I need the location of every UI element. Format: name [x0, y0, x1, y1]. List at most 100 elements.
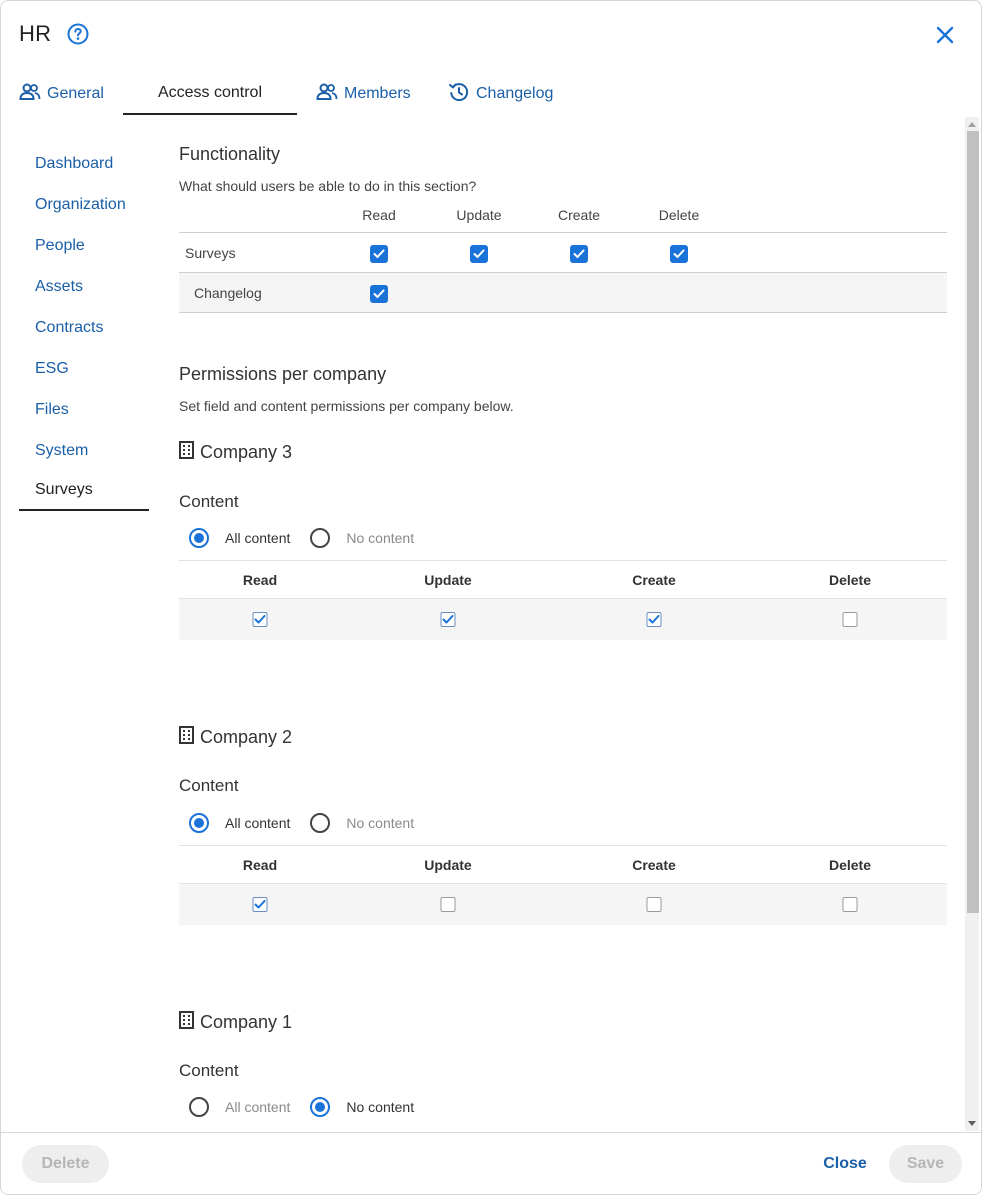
permissions-description: Set field and content permissions per co… — [179, 398, 514, 414]
column-header-delete: Delete — [658, 207, 700, 223]
checkbox-surveys-delete[interactable] — [670, 245, 688, 263]
close-icon[interactable] — [935, 25, 955, 45]
radio-label: All content — [225, 1099, 291, 1115]
radio-all-content[interactable] — [189, 1097, 209, 1117]
users-icon — [316, 83, 344, 106]
column-header-create: Create — [632, 572, 676, 588]
table-header: Read Update Create Delete — [179, 560, 947, 599]
column-header-update: Update — [424, 572, 472, 588]
table-row — [179, 884, 947, 925]
company-name: Company 1 — [200, 1012, 293, 1032]
history-icon — [448, 81, 476, 108]
functionality-row-changelog: Changelog — [179, 272, 947, 313]
help-icon[interactable] — [67, 23, 89, 45]
scroll-thumb[interactable] — [967, 131, 979, 913]
close-button[interactable]: Close — [809, 1145, 881, 1183]
table-row — [179, 599, 947, 640]
sidebar-item-contracts[interactable]: Contracts — [19, 307, 149, 348]
radio-label: All content — [225, 530, 291, 546]
column-header-read: Read — [362, 207, 396, 223]
checkbox-changelog-read[interactable] — [370, 285, 388, 303]
radio-no-content[interactable] — [310, 813, 331, 833]
content-panel: Functionality What should users be able … — [179, 131, 947, 1131]
column-header-create: Create — [632, 857, 676, 873]
company-2-permissions-table: Read Update Create Delete — [179, 845, 947, 925]
sidebar-item-files[interactable]: Files — [19, 389, 149, 430]
row-label: Surveys — [185, 244, 236, 261]
checkbox-delete[interactable] — [842, 897, 858, 912]
permissions-title: Permissions per company — [179, 364, 387, 384]
dialog-header: HR — [19, 21, 89, 47]
tab-label: Access control — [157, 84, 263, 101]
building-icon — [179, 726, 200, 749]
checkbox-read[interactable] — [252, 897, 268, 912]
radio-all-content[interactable] — [189, 813, 209, 833]
column-header-delete: Delete — [828, 857, 872, 873]
checkbox-surveys-read[interactable] — [370, 245, 388, 263]
row-label: Changelog — [194, 284, 262, 301]
scroll-up-icon[interactable] — [968, 122, 976, 127]
radio-label: No content — [346, 815, 415, 831]
tab-label: General — [47, 85, 104, 102]
sidebar-item-esg[interactable]: ESG — [19, 348, 149, 389]
tab-label: Members — [344, 85, 411, 102]
content-radio-group: All content No content — [189, 1097, 434, 1117]
tab-general[interactable]: General — [19, 73, 119, 115]
company-name: Company 3 — [200, 442, 293, 462]
dialog-title: HR — [19, 21, 52, 46]
radio-no-content[interactable] — [310, 1097, 331, 1117]
column-header-read: Read — [242, 572, 278, 588]
checkbox-create[interactable] — [646, 612, 662, 627]
vertical-scrollbar[interactable] — [965, 117, 979, 1131]
dialog: HR General Access control Members Change… — [0, 0, 982, 1195]
dialog-footer: Delete Close Save — [1, 1132, 981, 1194]
tab-members[interactable]: Members — [316, 73, 436, 115]
radio-label: All content — [225, 815, 291, 831]
sidebar-item-people[interactable]: People — [19, 225, 149, 266]
sidebar-item-system[interactable]: System — [19, 430, 149, 471]
column-header-delete: Delete — [828, 572, 872, 588]
checkbox-surveys-create[interactable] — [570, 245, 588, 263]
column-header-create: Create — [557, 207, 601, 223]
functionality-title: Functionality — [179, 144, 281, 164]
company-3-permissions-table: Read Update Create Delete — [179, 560, 947, 640]
company-3-title: Company 3 — [179, 441, 292, 464]
save-button[interactable]: Save — [889, 1145, 962, 1183]
column-header-read: Read — [242, 857, 278, 873]
building-icon — [179, 441, 200, 464]
checkbox-read[interactable] — [252, 612, 268, 627]
sidebar-item-assets[interactable]: Assets — [19, 266, 149, 307]
content-label: Content — [179, 1061, 239, 1080]
functionality-row-surveys: Surveys — [179, 232, 947, 272]
radio-label: No content — [346, 530, 415, 546]
radio-no-content[interactable] — [310, 528, 331, 548]
content-label: Content — [179, 776, 239, 795]
section-sidebar: Dashboard Organization People Assets Con… — [19, 143, 149, 511]
checkbox-create[interactable] — [646, 897, 662, 912]
radio-label: No content — [346, 1099, 415, 1115]
tab-changelog[interactable]: Changelog — [448, 73, 578, 115]
radio-all-content[interactable] — [189, 528, 209, 548]
checkbox-delete[interactable] — [842, 612, 858, 627]
content-label: Content — [179, 492, 239, 511]
sidebar-item-organization[interactable]: Organization — [19, 184, 149, 225]
tab-label: Changelog — [476, 85, 554, 102]
sidebar-item-dashboard[interactable]: Dashboard — [19, 143, 149, 184]
tab-access-control[interactable]: Access control — [123, 73, 297, 115]
checkbox-update[interactable] — [440, 897, 456, 912]
column-header-update: Update — [424, 857, 472, 873]
delete-button[interactable]: Delete — [22, 1145, 109, 1183]
table-header: Read Update Create Delete — [179, 845, 947, 884]
functionality-description: What should users be able to do in this … — [179, 178, 477, 194]
scroll-down-icon[interactable] — [968, 1121, 976, 1126]
building-icon — [179, 1011, 200, 1034]
users-icon — [19, 83, 47, 106]
checkbox-update[interactable] — [440, 612, 456, 627]
content-radio-group: All content No content — [189, 528, 434, 548]
company-1-title: Company 1 — [179, 1011, 292, 1034]
content-radio-group: All content No content — [189, 813, 434, 833]
column-header-update: Update — [456, 207, 502, 223]
checkbox-surveys-update[interactable] — [470, 245, 488, 263]
company-2-title: Company 2 — [179, 726, 292, 749]
sidebar-item-surveys[interactable]: Surveys — [19, 471, 149, 511]
